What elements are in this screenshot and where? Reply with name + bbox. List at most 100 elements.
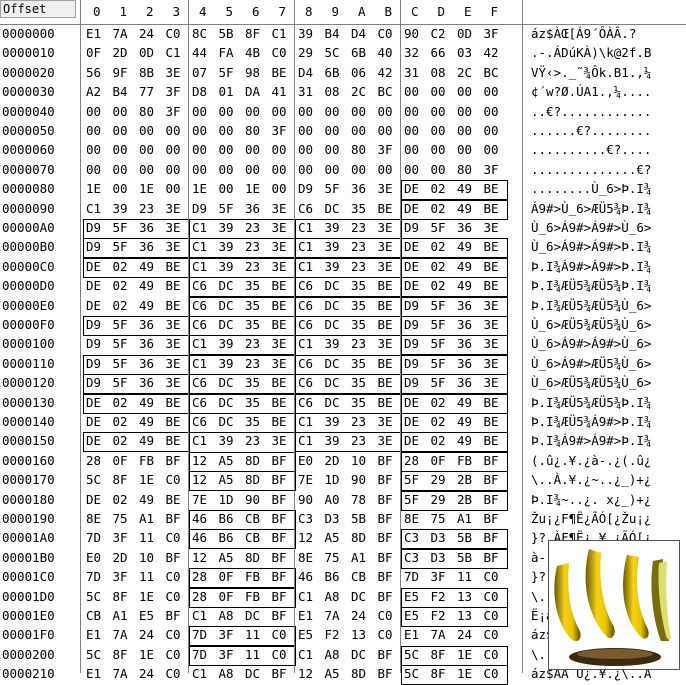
hex-byte[interactable]: 5F — [219, 65, 234, 80]
hex-byte[interactable]: 3F — [113, 530, 128, 545]
hex-byte[interactable]: 36 — [457, 317, 472, 332]
hex-byte[interactable]: 00 — [325, 123, 340, 138]
hex-byte[interactable]: 36 — [351, 181, 366, 196]
hex-byte[interactable]: E5 — [298, 627, 313, 642]
ascii-text[interactable]: Þ.I¾ÆÜ5¾Á9#>Þ.I¾ — [531, 414, 651, 429]
hex-byte[interactable]: 39 — [113, 201, 128, 216]
hex-byte[interactable]: 49 — [139, 492, 154, 507]
hex-byte[interactable]: C0 — [166, 627, 181, 642]
hex-byte[interactable]: CB — [245, 530, 260, 545]
hex-byte[interactable]: CB — [86, 608, 101, 623]
hex-byte[interactable]: BF — [166, 511, 181, 526]
hex-byte[interactable]: 07 — [192, 65, 207, 80]
hex-byte[interactable]: E5 — [404, 608, 419, 623]
hex-byte[interactable]: 3E — [166, 336, 181, 351]
hex-byte[interactable]: 00 — [431, 162, 446, 177]
hex-byte[interactable]: 80 — [351, 142, 366, 157]
hex-byte[interactable]: BF — [378, 666, 393, 681]
hex-byte[interactable]: C1 — [86, 201, 101, 216]
ascii-text[interactable]: Þ.I¾Á9#>Á9#>Þ.I¾ — [531, 433, 651, 448]
hex-byte[interactable]: 36 — [457, 356, 472, 371]
hex-byte[interactable]: 35 — [245, 317, 260, 332]
hex-byte[interactable]: 0F — [86, 45, 101, 60]
hex-byte[interactable]: 12 — [192, 453, 207, 468]
hex-byte[interactable]: 39 — [325, 336, 340, 351]
hex-byte[interactable]: D3 — [431, 530, 446, 545]
hex-byte[interactable]: 7D — [192, 627, 207, 642]
hex-byte[interactable]: 36 — [139, 317, 154, 332]
hex-byte[interactable]: 00 — [139, 162, 154, 177]
hex-byte[interactable]: 00 — [351, 123, 366, 138]
hex-byte[interactable]: C6 — [298, 298, 313, 313]
hex-byte[interactable]: D9 — [404, 356, 419, 371]
hex-byte[interactable]: DE — [86, 259, 101, 274]
hex-byte[interactable]: 7D — [192, 647, 207, 662]
hex-byte[interactable]: E1 — [86, 627, 101, 642]
hex-byte[interactable]: BE — [484, 201, 499, 216]
hex-byte[interactable]: 3E — [272, 336, 287, 351]
hex-byte[interactable]: 24 — [457, 627, 472, 642]
hex-byte[interactable]: 8C — [192, 26, 207, 41]
hex-byte[interactable]: C6 — [298, 375, 313, 390]
hex-byte[interactable]: 00 — [484, 104, 499, 119]
hex-byte[interactable]: 35 — [245, 375, 260, 390]
hex-byte[interactable]: C0 — [166, 589, 181, 604]
hex-byte[interactable]: 1E — [457, 647, 472, 662]
hex-byte[interactable]: 00 — [86, 123, 101, 138]
hex-byte[interactable]: 1E — [139, 181, 154, 196]
hex-byte[interactable]: 00 — [298, 162, 313, 177]
hex-byte[interactable]: 5C — [86, 472, 101, 487]
hex-byte[interactable]: BF — [378, 550, 393, 565]
hex-byte[interactable]: F2 — [431, 589, 446, 604]
hex-byte[interactable]: 23 — [245, 356, 260, 371]
hex-byte[interactable]: 02 — [431, 414, 446, 429]
hex-byte[interactable]: A8 — [219, 608, 234, 623]
hex-byte[interactable]: C0 — [484, 627, 499, 642]
ascii-text[interactable]: Þ.I¾ÆÜ5¾ÆÜ5¾Ù_6> — [531, 298, 651, 313]
hex-byte[interactable]: 36 — [457, 375, 472, 390]
hex-byte[interactable]: 00 — [378, 162, 393, 177]
hex-byte[interactable]: 23 — [351, 259, 366, 274]
hex-byte[interactable]: BE — [272, 317, 287, 332]
hex-byte[interactable]: E1 — [404, 627, 419, 642]
hex-byte[interactable]: A8 — [219, 666, 234, 681]
hex-byte[interactable]: C0 — [272, 647, 287, 662]
hex-byte[interactable]: 31 — [298, 84, 313, 99]
hex-byte[interactable]: 02 — [431, 278, 446, 293]
hex-byte[interactable]: BF — [378, 492, 393, 507]
hex-byte[interactable]: 0F — [431, 453, 446, 468]
hex-byte[interactable]: 1D — [325, 472, 340, 487]
hex-byte[interactable]: 00 — [484, 142, 499, 157]
hex-byte[interactable]: DE — [404, 181, 419, 196]
hex-byte[interactable]: C0 — [484, 589, 499, 604]
hex-byte[interactable]: 3E — [272, 239, 287, 254]
hex-byte[interactable]: DE — [86, 395, 101, 410]
hex-byte[interactable]: C0 — [272, 45, 287, 60]
hex-byte[interactable]: 00 — [457, 84, 472, 99]
hex-byte[interactable]: C3 — [298, 511, 313, 526]
hex-byte[interactable]: 35 — [351, 375, 366, 390]
hex-byte[interactable]: 12 — [298, 666, 313, 681]
hex-byte[interactable]: 5F — [431, 336, 446, 351]
hex-byte[interactable]: BE — [272, 414, 287, 429]
hex-byte[interactable]: 3F — [272, 123, 287, 138]
hex-byte[interactable]: 3E — [272, 356, 287, 371]
hex-byte[interactable]: C0 — [166, 26, 181, 41]
hex-byte[interactable]: C0 — [378, 627, 393, 642]
ascii-text[interactable]: Þ.I¾ÆÜ5¾ÆÜ5¾Þ.I¾ — [531, 278, 651, 293]
hex-byte[interactable]: C0 — [166, 472, 181, 487]
hex-byte[interactable]: C0 — [484, 666, 499, 681]
hex-byte[interactable]: 80 — [245, 123, 260, 138]
hex-byte[interactable]: C1 — [192, 356, 207, 371]
hex-byte[interactable]: 5F — [113, 317, 128, 332]
hex-byte[interactable]: BE — [378, 317, 393, 332]
hex-byte[interactable]: 7A — [113, 26, 128, 41]
hex-byte[interactable]: BF — [378, 589, 393, 604]
hex-byte[interactable]: E0 — [86, 550, 101, 565]
ascii-text[interactable]: Á9#>Ù_6>ÆÜ5¾Þ.I¾ — [531, 201, 651, 216]
hex-byte[interactable]: BE — [378, 201, 393, 216]
hex-byte[interactable]: 7D — [404, 569, 419, 584]
hex-byte[interactable]: C6 — [192, 395, 207, 410]
hex-byte[interactable]: 56 — [86, 65, 101, 80]
hex-byte[interactable]: 44 — [192, 45, 207, 60]
